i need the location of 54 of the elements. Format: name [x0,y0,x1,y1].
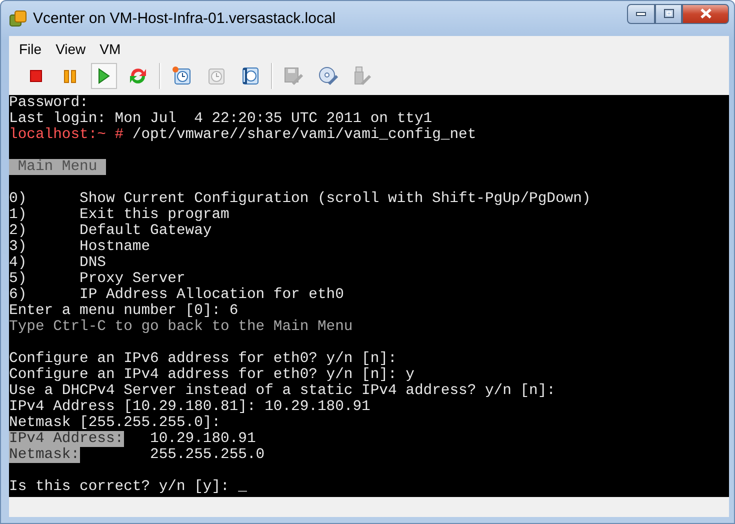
stop-icon [30,70,42,82]
console-screen[interactable] [9,95,729,497]
text-cursor: _ [238,479,247,495]
window-title: Vcenter on VM-Host-Infra-01.versastack.local [33,10,337,27]
refresh-icon [128,66,148,86]
play-icon [98,68,110,84]
console-text: Use a DHCPv4 Server instead of a static IPv4 address? y/n [n]: [9,383,556,399]
menu-option: Exit this program [80,207,230,223]
play-button[interactable] [91,63,117,89]
app-logo-icon [9,10,27,28]
minimize-icon [636,12,646,16]
menu-option: Default Gateway [80,223,212,239]
menu-item[interactable]: VM [94,39,127,61]
menu-option: Show Current Configuration (scroll with Shift-PgUp/PgDown) [80,191,591,207]
pause-icon [64,70,76,82]
console-text: Configure an IPv4 address for eth0? y/n [n]: y [9,367,414,383]
close-button[interactable] [682,4,729,24]
clock-icon [206,66,226,86]
shell-prompt: localhost:~ # [9,127,124,143]
field-label: Netmask: [9,447,80,463]
menu-number: 1) [9,207,27,223]
menu-number: 3) [9,239,27,255]
menu-number: 0) [9,191,27,207]
clock-icon [172,66,192,86]
shell-command: /opt/vmware//share/vami/vami_config_net [132,127,476,143]
usb-wrench-icon [352,66,372,86]
menu-number: 4) [9,255,27,271]
maximize-button[interactable] [655,4,682,24]
menu-number: 6) [9,287,27,303]
field-label: IPv4 Address: [9,431,124,447]
console-text: Type Ctrl-C to go back to the Main Menu [9,319,353,335]
console-text: Password: [9,95,88,111]
menu-number: 2) [9,223,27,239]
floppy-wrench-icon [284,66,304,86]
console-text: IPv4 Address [10.29.180.81]: 10.29.180.91 [9,399,370,415]
disc-wrench-icon [318,66,338,86]
menu-option: Hostname [80,239,150,255]
console-text: Netmask [255.255.255.0]: [9,415,221,431]
console-text: Is this correct? y/n [y]: [9,479,230,495]
menu-option: Proxy Server [80,271,186,287]
field-value: 255.255.255.0 [150,447,265,463]
menu-item[interactable]: View [50,39,92,61]
console-text: Enter a menu number [0]: 6 [9,303,238,319]
menu-heading: Main Menu [9,159,106,175]
menu-number: 5) [9,271,27,287]
menu-option: IP Address Allocation for eth0 [80,287,344,303]
console-text: Last login: Mon Jul 4 22:20:35 UTC 2011 on tty1 [9,111,432,127]
menu-item[interactable]: File [13,39,48,61]
maximize-icon [664,9,674,18]
console-text: Configure an IPv6 address for eth0? y/n [n]: [9,351,397,367]
close-icon [700,8,712,19]
field-value: 10.29.180.91 [150,431,256,447]
minimize-button[interactable] [627,4,655,24]
menu-option: DNS [80,255,106,271]
